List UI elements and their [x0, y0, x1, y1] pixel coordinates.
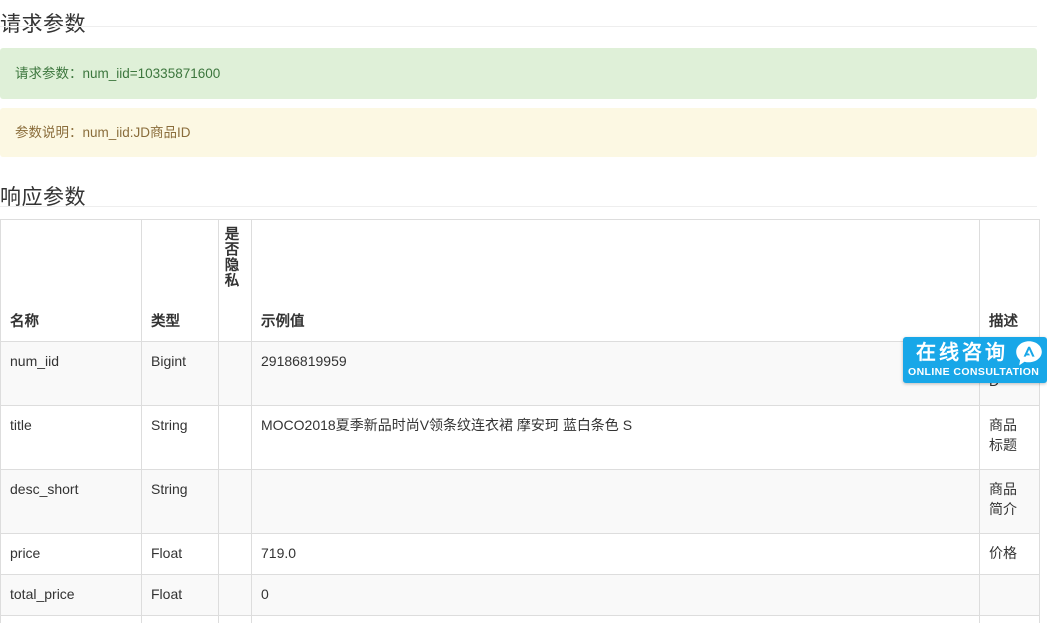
- cell-param-name: price: [0, 533, 142, 575]
- table-body: num_iid Bigint 29186819959 商品ID title St…: [0, 341, 1040, 623]
- divider-request: [0, 26, 1037, 27]
- column-header-name: 名称: [0, 219, 142, 342]
- cell-param-type: Float: [141, 615, 219, 623]
- cell-param-desc: 价格: [979, 533, 1040, 575]
- cell-param-name: desc_short: [0, 469, 142, 534]
- table-row: num_iid Bigint 29186819959 商品ID: [0, 341, 1040, 406]
- online-consultation-cn-label: 在线咨询: [916, 342, 1008, 364]
- table-row: title String MOCO2018夏季新品时尚V领条纹连衣裙 摩安珂 蓝…: [0, 405, 1040, 470]
- cell-param-type: String: [141, 405, 219, 470]
- cell-param-name: title: [0, 405, 142, 470]
- param-description-alert: 参数说明：num_iid:JD商品ID: [0, 108, 1037, 157]
- cell-param-desc: 商品简介: [979, 469, 1040, 534]
- cell-param-example: 0: [251, 574, 980, 616]
- online-consultation-button[interactable]: 在线咨询 ONLINE CONSULTATION: [903, 337, 1047, 383]
- column-header-example: 示例值: [251, 219, 980, 342]
- column-header-desc: 描述: [979, 219, 1040, 342]
- table-row: price Float 719.0 价格: [0, 533, 1040, 575]
- cell-param-type: Float: [141, 574, 219, 616]
- chat-bubble-icon: [1014, 339, 1044, 369]
- cell-param-name: suggestive_price: [0, 615, 142, 623]
- table-row: desc_short String 商品简介: [0, 469, 1040, 534]
- cell-param-privacy: [218, 469, 252, 534]
- cell-param-privacy: [218, 574, 252, 616]
- api-doc-page: 请求参数 请求参数：num_iid=10335871600 参数说明：num_i…: [0, 0, 1047, 623]
- column-header-privacy: 是否隐私: [218, 219, 252, 342]
- cell-param-type: Float: [141, 533, 219, 575]
- cell-param-privacy: [218, 615, 252, 623]
- cell-param-example: 29186819959: [251, 341, 980, 406]
- response-params-table-wrap: 名称 类型 是否隐私 示例值 描述 num_iid Bigint 2918681…: [0, 219, 1040, 623]
- cell-param-example: 0: [251, 615, 980, 623]
- table-row: suggestive_price Float 0: [0, 615, 1040, 623]
- cell-param-desc: 商品标题: [979, 405, 1040, 470]
- table-header-row: 名称 类型 是否隐私 示例值 描述: [0, 219, 1040, 342]
- param-description-text: 参数说明：num_iid:JD商品ID: [15, 124, 191, 140]
- cell-param-type: String: [141, 469, 219, 534]
- column-header-type: 类型: [141, 219, 219, 342]
- cell-param-privacy: [218, 341, 252, 406]
- cell-param-example: 719.0: [251, 533, 980, 575]
- cell-param-privacy: [218, 533, 252, 575]
- divider-response: [0, 206, 1037, 207]
- cell-param-name: num_iid: [0, 341, 142, 406]
- request-params-alert: 请求参数：num_iid=10335871600: [0, 48, 1037, 99]
- cell-param-example: [251, 469, 980, 534]
- response-params-table: 名称 类型 是否隐私 示例值 描述 num_iid Bigint 2918681…: [0, 219, 1040, 623]
- request-params-text: 请求参数：num_iid=10335871600: [15, 65, 221, 81]
- cell-param-desc: [979, 615, 1040, 623]
- cell-param-type: Bigint: [141, 341, 219, 406]
- cell-param-example: MOCO2018夏季新品时尚V领条纹连衣裙 摩安珂 蓝白条色 S: [251, 405, 980, 470]
- cell-param-desc: [979, 574, 1040, 616]
- cell-param-privacy: [218, 405, 252, 470]
- table-row: total_price Float 0: [0, 574, 1040, 616]
- table-header: 名称 类型 是否隐私 示例值 描述: [0, 219, 1040, 342]
- cell-param-name: total_price: [0, 574, 142, 616]
